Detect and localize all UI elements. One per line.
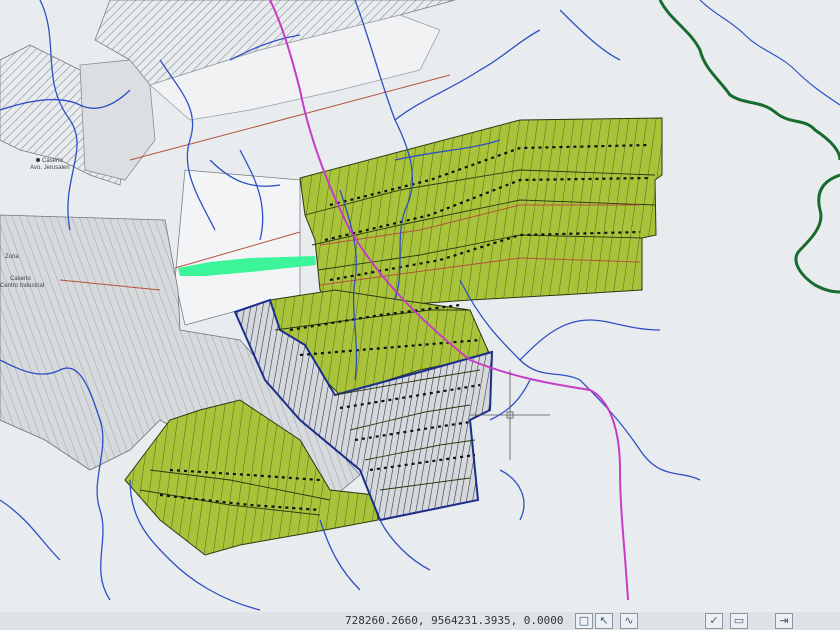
place-label-line-1: Caserio [10, 276, 31, 282]
window-icon[interactable]: ▭ [730, 613, 748, 629]
check-icon[interactable]: ✓ [705, 613, 723, 629]
place-label-zona: Zona [5, 254, 19, 260]
place-label-line-2: Avo. Jerusalen [30, 165, 70, 171]
arrows-icon[interactable]: ⇥ [775, 613, 793, 629]
cursor-icon[interactable]: ↖ [595, 613, 613, 629]
snap-icon[interactable]: □ [575, 613, 593, 629]
map-canvas[interactable]: Caserio Avo. Jerusalen Zona Caserio Cent… [0, 0, 840, 630]
place-label-line-2: Centro Industrial [0, 283, 44, 289]
place-label-line-1: Caserio [42, 158, 63, 164]
curve-icon[interactable]: ∿ [620, 613, 638, 629]
coordinate-readout: 728260.2660, 9564231.3935, 0.0000 [345, 614, 564, 627]
